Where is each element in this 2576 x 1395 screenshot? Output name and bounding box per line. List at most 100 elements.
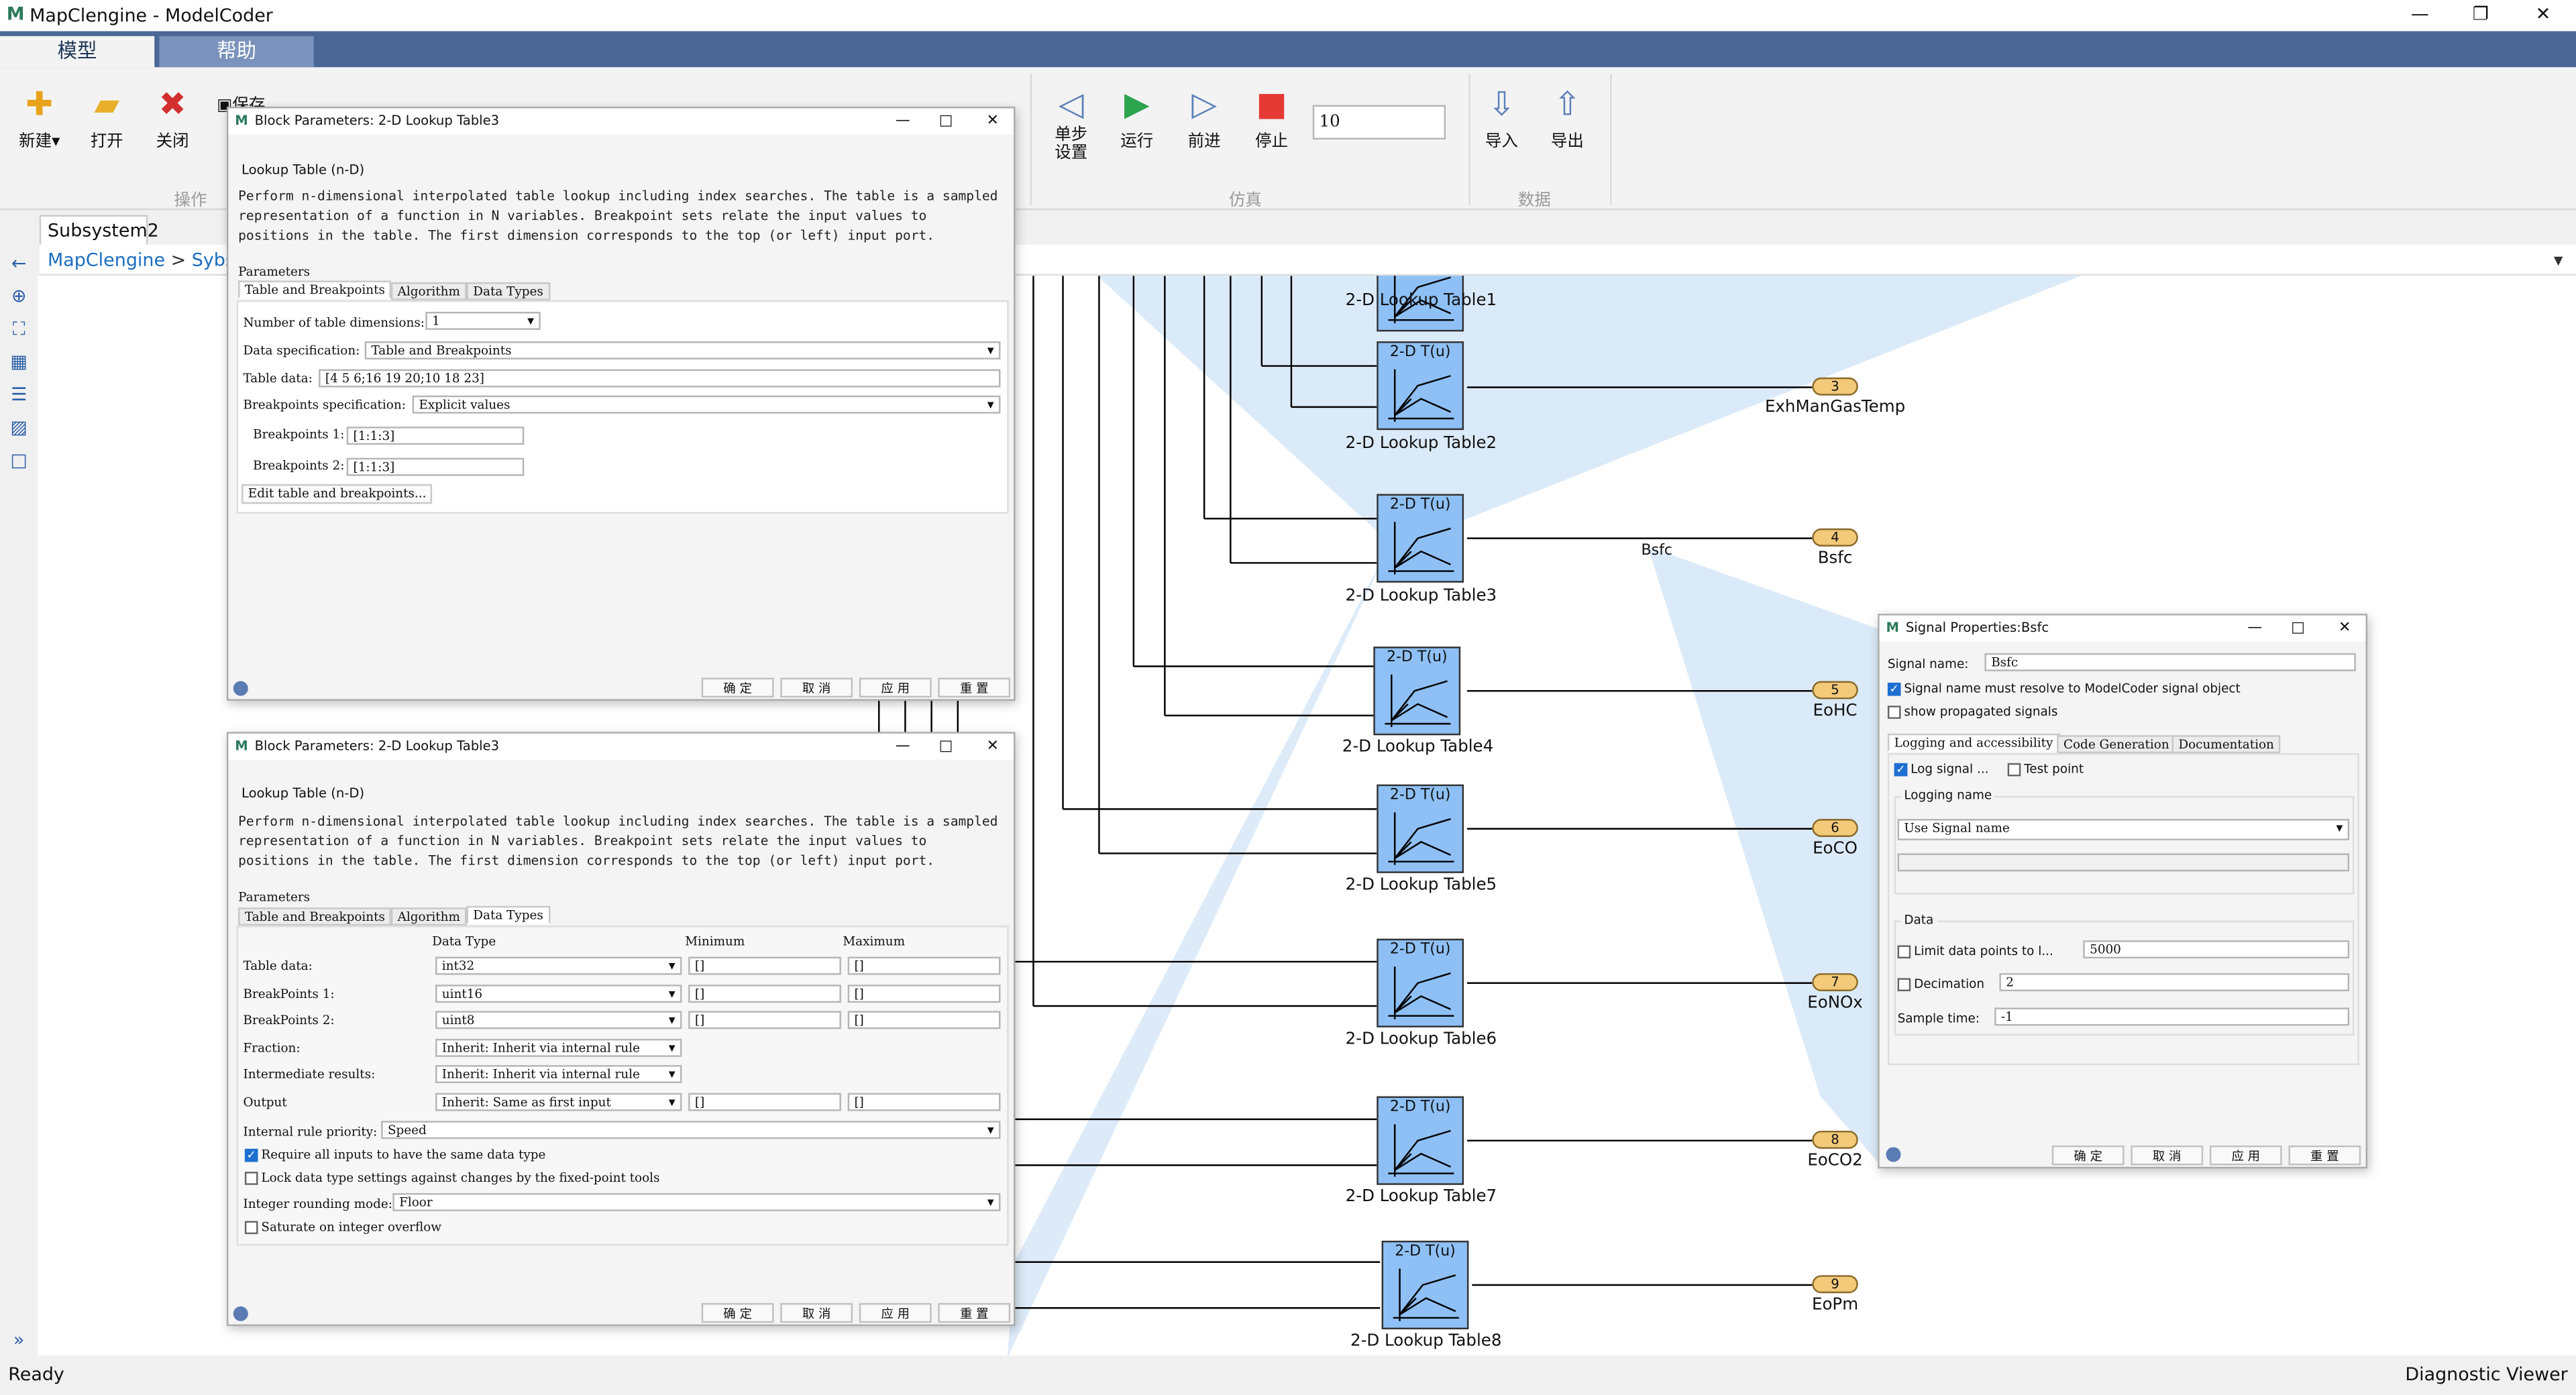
outport[interactable]: 3 — [1812, 377, 1858, 396]
help-icon[interactable] — [1886, 1147, 1901, 1162]
table-data-input[interactable]: [4 5 6;16 19 20;10 18 23] — [319, 369, 1001, 388]
dt-type-select[interactable]: int32 — [435, 956, 682, 975]
bp1-input[interactable]: [1:1:3] — [346, 427, 525, 445]
restore-button[interactable]: ❐ — [2456, 3, 2505, 25]
stop-time-input[interactable]: 10 — [1312, 105, 1446, 140]
apply-button[interactable]: 应 用 — [859, 1302, 932, 1323]
bp2-input[interactable]: [1:1:3] — [346, 457, 525, 476]
tab-help[interactable]: 帮助 — [159, 36, 314, 68]
tab-code-generation[interactable]: Code Generation — [2057, 735, 2176, 754]
zoom-icon[interactable]: ⊕ — [8, 286, 30, 307]
reset-button[interactable]: 重 置 — [2288, 1146, 2361, 1166]
tab-model[interactable]: 模型 — [0, 36, 155, 68]
num-dims-select[interactable]: 1 — [425, 311, 541, 330]
list-icon[interactable]: ☰ — [8, 384, 30, 406]
log-signal-checkbox[interactable]: ✓ — [1894, 763, 1908, 777]
apply-button[interactable]: 应 用 — [2209, 1146, 2282, 1166]
maximize-button[interactable]: □ — [939, 109, 953, 135]
diagnostic-viewer-link[interactable]: Diagnostic Viewer — [2405, 1363, 2567, 1385]
box-icon[interactable]: □ — [8, 449, 30, 471]
import-button[interactable]: ⇩ 导入 — [1470, 80, 1533, 151]
block-label[interactable]: 2-D Lookup Table4 — [1328, 738, 1508, 757]
block-label[interactable]: 2-D Lookup Table8 — [1336, 1333, 1516, 1351]
signal-name-input[interactable]: Bsfc — [1984, 653, 2356, 671]
close-button[interactable]: ✕ — [2339, 616, 2351, 642]
new-button[interactable]: ✚ 新建▾ — [8, 80, 70, 151]
ok-button[interactable]: 确 定 — [701, 677, 774, 698]
close-window-button[interactable]: ✕ — [2518, 3, 2567, 25]
forward-button[interactable]: ▷ 前进 — [1173, 80, 1236, 151]
dt-max-input[interactable]: [] — [847, 956, 1001, 975]
tab-documentation[interactable]: Documentation — [2171, 735, 2281, 754]
limit-checkbox[interactable] — [1897, 945, 1911, 959]
tab-table-breakpoints[interactable]: Table and Breakpoints — [238, 280, 392, 299]
close-button[interactable]: ✖ 关闭 — [142, 80, 204, 151]
reset-button[interactable]: 重 置 — [938, 677, 1011, 698]
require-same-type-checkbox[interactable]: ✓ — [244, 1148, 258, 1162]
minimize-button[interactable]: — — [2247, 616, 2262, 642]
dt-max-input[interactable]: [] — [847, 985, 1001, 1003]
chevron-down-icon[interactable]: ▾ — [2554, 245, 2563, 276]
outport[interactable]: 8 — [1812, 1130, 1858, 1149]
outport[interactable]: 9 — [1812, 1275, 1858, 1294]
outport[interactable]: 5 — [1812, 681, 1858, 700]
test-point-checkbox[interactable] — [2007, 763, 2021, 777]
maximize-button[interactable]: □ — [939, 734, 953, 760]
apply-button[interactable]: 应 用 — [859, 677, 932, 698]
dt-type-select[interactable]: Inherit: Inherit via internal rule — [435, 1065, 682, 1084]
fit-view-icon[interactable]: ⛶ — [8, 319, 30, 340]
dt-type-select[interactable]: Inherit: Same as first input — [435, 1093, 682, 1111]
image-icon[interactable]: ▨ — [8, 417, 30, 439]
dt-min-input[interactable]: [] — [688, 985, 841, 1003]
block-label[interactable]: 2-D Lookup Table6 — [1331, 1031, 1511, 1049]
block-label[interactable]: 2-D Lookup Table1 — [1331, 292, 1511, 311]
ok-button[interactable]: 确 定 — [701, 1302, 774, 1323]
step-settings-button[interactable]: ◁ 单步 设置 — [1040, 80, 1102, 162]
tab-algorithm[interactable]: Algorithm — [390, 907, 467, 926]
resolve-checkbox[interactable]: ✓ — [1887, 682, 1901, 696]
minimize-button[interactable]: — — [896, 734, 910, 760]
close-button[interactable]: ✕ — [987, 109, 999, 135]
cancel-button[interactable]: 取 消 — [2131, 1146, 2204, 1166]
sample-time-input[interactable]: -1 — [1994, 1007, 2350, 1026]
tab-data-types[interactable]: Data Types — [466, 282, 550, 300]
cancel-button[interactable]: 取 消 — [780, 677, 853, 698]
maximize-button[interactable]: □ — [2291, 616, 2305, 642]
grid-icon[interactable]: ▦ — [8, 351, 30, 373]
show-propagated-checkbox[interactable] — [1887, 706, 1901, 719]
lock-checkbox[interactable] — [244, 1172, 258, 1185]
tab-data-types[interactable]: Data Types — [466, 905, 550, 924]
dt-max-input[interactable]: [] — [847, 1093, 1001, 1111]
run-button[interactable]: ▶ 运行 — [1106, 80, 1168, 151]
lookup-table-block[interactable]: 2-D T(u) — [1377, 938, 1464, 1027]
block-label[interactable]: 2-D Lookup Table7 — [1331, 1188, 1511, 1207]
logging-name-input[interactable] — [1897, 853, 2350, 872]
block-label[interactable]: 2-D Lookup Table5 — [1331, 877, 1511, 895]
outport[interactable]: 6 — [1812, 819, 1858, 837]
reset-button[interactable]: 重 置 — [938, 1302, 1011, 1323]
edit-table-button[interactable]: Edit table and breakpoints... — [241, 484, 433, 504]
block-label[interactable]: 2-D Lookup Table2 — [1331, 435, 1511, 453]
saturate-checkbox[interactable] — [244, 1221, 258, 1235]
lookup-table-block[interactable]: 2-D T(u) — [1377, 341, 1464, 431]
outport[interactable]: 7 — [1812, 973, 1858, 991]
dt-min-input[interactable]: [] — [688, 1011, 841, 1029]
close-button[interactable]: ✕ — [987, 734, 999, 760]
back-icon[interactable]: ← — [8, 253, 30, 274]
export-button[interactable]: ⇧ 导出 — [1536, 80, 1599, 151]
limit-input[interactable]: 5000 — [2083, 940, 2350, 959]
dt-max-input[interactable]: [] — [847, 1011, 1001, 1029]
dt-min-input[interactable]: [] — [688, 956, 841, 975]
tab-algorithm[interactable]: Algorithm — [390, 282, 467, 300]
logging-name-select[interactable]: Use Signal name — [1897, 819, 2350, 840]
dt-type-select[interactable]: uint8 — [435, 1011, 682, 1029]
decimation-input[interactable]: 2 — [1999, 973, 2350, 991]
bp-spec-select[interactable]: Explicit values — [412, 395, 1001, 414]
lookup-table-block[interactable]: 2-D T(u) — [1377, 784, 1464, 873]
cancel-button[interactable]: 取 消 — [780, 1302, 853, 1323]
lookup-table-block[interactable]: 2-D T(u) — [1377, 1096, 1464, 1185]
dt-type-select[interactable]: uint16 — [435, 985, 682, 1003]
dt-type-select[interactable]: Inherit: Inherit via internal rule — [435, 1038, 682, 1057]
tab-subsystem2[interactable]: Subsystem2 — [39, 215, 159, 245]
outport[interactable]: 4 — [1812, 528, 1858, 547]
